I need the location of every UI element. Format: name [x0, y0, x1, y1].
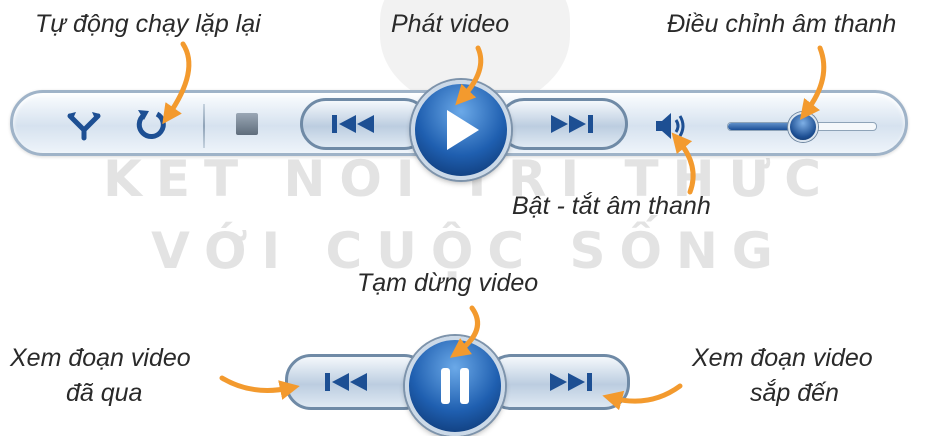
arrow-mute [671, 132, 696, 195]
arrow-repeat [162, 41, 192, 125]
arrow-next [602, 383, 683, 411]
callout-arrows [162, 41, 827, 411]
arrow-volume-adjust [799, 45, 827, 120]
arrow-play [455, 45, 484, 106]
arrow-previous [219, 375, 300, 400]
arrow-pause [449, 305, 481, 358]
